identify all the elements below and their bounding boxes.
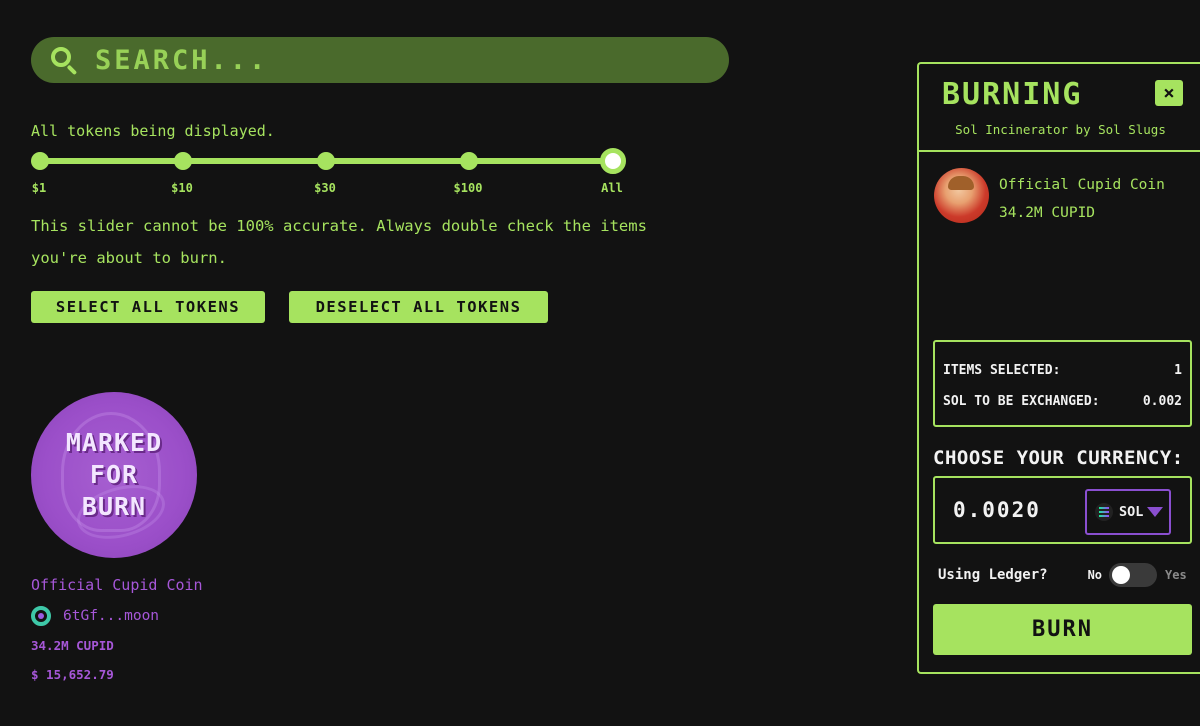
- select-all-button[interactable]: SELECT ALL TOKENS: [31, 291, 265, 323]
- ledger-yes-label: Yes: [1165, 568, 1187, 582]
- solana-icon: [1095, 503, 1113, 521]
- explorer-icon: [31, 606, 51, 626]
- search-input[interactable]: [95, 44, 675, 76]
- currency-label: CHOOSE YOUR CURRENCY:: [933, 447, 1184, 469]
- slider-label-30: $30: [314, 181, 336, 195]
- currency-select[interactable]: SOL: [1085, 489, 1171, 535]
- slider-stop-100[interactable]: [460, 152, 478, 170]
- panel-title: BURNING: [942, 77, 1083, 112]
- token-value: $ 15,652.79: [31, 667, 114, 682]
- token-name: Official Cupid Coin: [31, 576, 203, 594]
- items-selected-label: ITEMS SELECTED:: [943, 363, 1061, 378]
- slider-label-all: All: [601, 181, 623, 195]
- slider-stop-1[interactable]: [31, 152, 49, 170]
- search-icon: [49, 45, 79, 76]
- slider-stop-10[interactable]: [174, 152, 192, 170]
- token-address: 6tGf...moon: [63, 608, 160, 624]
- token-address-link[interactable]: 6tGf...moon: [31, 606, 231, 626]
- deselect-all-button[interactable]: DESELECT ALL TOKENS: [289, 291, 548, 323]
- token-amount: 34.2M CUPID: [31, 638, 114, 653]
- slider-stop-all[interactable]: [600, 148, 626, 174]
- filter-status: All tokens being displayed.: [31, 122, 275, 140]
- close-button[interactable]: ×: [1155, 80, 1183, 106]
- selected-token-amount: 34.2M CUPID: [999, 205, 1096, 221]
- chevron-down-icon: [1147, 507, 1164, 517]
- ledger-toggle[interactable]: [1109, 563, 1158, 587]
- items-selected-value: 1: [1174, 363, 1182, 378]
- ledger-label: Using Ledger?: [938, 567, 1048, 583]
- search-bar[interactable]: [31, 37, 729, 83]
- token-image[interactable]: MARKED FOR BURN: [31, 392, 197, 558]
- currency-box: 0.0020 SOL: [933, 476, 1192, 544]
- toggle-knob: [1112, 566, 1131, 584]
- burn-panel: BURNING × Sol Incinerator by Sol Slugs O…: [917, 62, 1200, 674]
- sol-exchanged-label: SOL TO BE EXCHANGED:: [943, 394, 1100, 409]
- slider-disclaimer: This slider cannot be 100% accurate. Alw…: [31, 217, 647, 267]
- token-card[interactable]: MARKED FOR BURN Official Cupid Coin 6tGf…: [31, 392, 231, 682]
- panel-subtitle: Sol Incinerator by Sol Slugs: [955, 122, 1166, 137]
- currency-code: SOL: [1119, 504, 1144, 520]
- selected-token-item[interactable]: Official Cupid Coin 34.2M CUPID: [934, 168, 1165, 227]
- slider-stop-30[interactable]: [317, 152, 335, 170]
- panel-header: BURNING × Sol Incinerator by Sol Slugs: [919, 64, 1200, 152]
- cupid-avatar: [934, 168, 989, 223]
- slider-label-10: $10: [171, 181, 193, 195]
- selected-token-name: Official Cupid Coin: [999, 177, 1165, 193]
- slider-label-100: $100: [453, 181, 483, 195]
- ledger-no-label: No: [1087, 568, 1103, 582]
- currency-amount: 0.0020: [953, 498, 1041, 522]
- marked-for-burn-stamp: MARKED FOR BURN: [65, 428, 163, 521]
- ledger-row: Using Ledger? No Yes: [938, 562, 1198, 588]
- price-filter-slider[interactable]: $1 $10 $30 $100 All: [31, 148, 631, 198]
- sol-exchanged-value: 0.002: [1142, 394, 1182, 409]
- burn-summary: ITEMS SELECTED: 1 SOL TO BE EXCHANGED: 0…: [933, 340, 1192, 427]
- burn-button[interactable]: BURN: [933, 604, 1192, 655]
- slider-label-1: $1: [31, 181, 47, 195]
